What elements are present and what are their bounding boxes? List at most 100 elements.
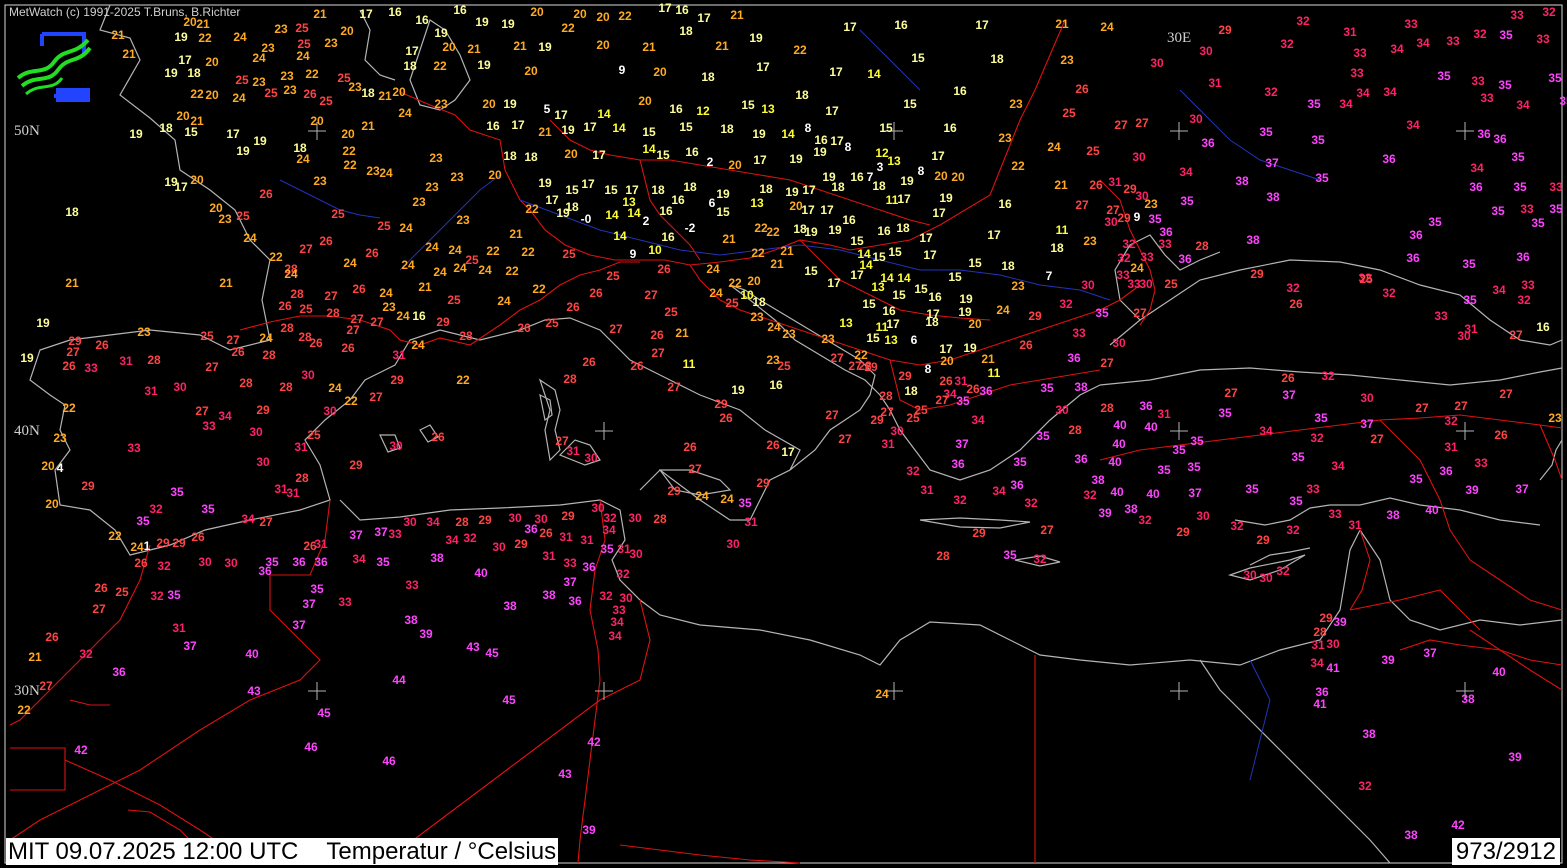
station-temperature-label[interactable]: 31 <box>392 348 406 362</box>
station-temperature-label[interactable]: 26 <box>566 300 580 314</box>
station-temperature-label[interactable]: 33 <box>388 527 402 541</box>
station-temperature-label[interactable]: 35 <box>1549 202 1563 216</box>
station-temperature-label[interactable]: 18 <box>679 24 693 38</box>
station-temperature-label[interactable]: 36 <box>1477 127 1491 141</box>
station-temperature-label[interactable]: 22 <box>108 529 122 543</box>
station-temperature-label[interactable]: 16 <box>671 193 685 207</box>
station-temperature-label[interactable]: 17 <box>581 177 595 191</box>
station-temperature-label[interactable]: 23 <box>1060 53 1074 67</box>
station-temperature-label[interactable]: 19 <box>959 292 973 306</box>
station-temperature-label[interactable]: 24 <box>233 30 247 44</box>
station-temperature-label[interactable]: 17 <box>511 118 525 132</box>
station-temperature-label[interactable]: 26 <box>45 630 59 644</box>
station-temperature-label[interactable]: 19 <box>749 31 763 45</box>
station-temperature-label[interactable]: 35 <box>1095 306 1109 320</box>
station-temperature-label[interactable]: 23 <box>782 327 796 341</box>
station-temperature-label[interactable]: 9 <box>630 247 637 261</box>
station-temperature-label[interactable]: 30 <box>890 424 904 438</box>
station-temperature-label[interactable]: 21 <box>675 326 689 340</box>
station-temperature-label[interactable]: 19 <box>785 185 799 199</box>
station-temperature-label[interactable]: 28 <box>1313 625 1327 639</box>
station-temperature-label[interactable]: 27 <box>1040 523 1054 537</box>
station-temperature-label[interactable]: 27 <box>1454 399 1468 413</box>
station-temperature-label[interactable]: 21 <box>122 47 136 61</box>
station-temperature-label[interactable]: 22 <box>433 59 447 73</box>
station-temperature-label[interactable]: 34 <box>1339 97 1353 111</box>
station-temperature-label[interactable]: 35 <box>600 542 614 556</box>
station-temperature-label[interactable]: 24 <box>259 331 273 345</box>
station-temperature-label[interactable]: 20 <box>968 317 982 331</box>
station-temperature-label[interactable]: 20 <box>524 64 538 78</box>
station-temperature-label[interactable]: 23 <box>1009 97 1023 111</box>
station-temperature-label[interactable]: 24 <box>695 489 709 503</box>
station-temperature-label[interactable]: 35 <box>1314 411 1328 425</box>
station-temperature-label[interactable]: 33 <box>563 556 577 570</box>
station-temperature-label[interactable]: 33 <box>84 361 98 375</box>
station-temperature-label[interactable]: 12 <box>696 104 710 118</box>
station-temperature-label[interactable]: 18 <box>759 182 773 196</box>
station-temperature-label[interactable]: 22 <box>766 225 780 239</box>
station-temperature-label[interactable]: 30 <box>1189 112 1203 126</box>
station-temperature-label[interactable]: 18 <box>752 295 766 309</box>
station-temperature-label[interactable]: 25 <box>1086 144 1100 158</box>
station-temperature-label[interactable]: 29 <box>478 513 492 527</box>
station-temperature-label[interactable]: 37 <box>292 618 306 632</box>
station-temperature-label[interactable]: 13 <box>761 102 775 116</box>
station-temperature-label[interactable]: 31 <box>119 354 133 368</box>
station-temperature-label[interactable]: 21 <box>722 232 736 246</box>
station-temperature-label[interactable]: 26 <box>431 430 445 444</box>
station-temperature-label[interactable]: 34 <box>1179 165 1193 179</box>
station-temperature-label[interactable]: 30 <box>1243 568 1257 582</box>
station-temperature-label[interactable]: 21 <box>981 352 995 366</box>
station-temperature-label[interactable]: 29 <box>1176 525 1190 539</box>
station-temperature-label[interactable]: 30 <box>256 455 270 469</box>
station-temperature-label[interactable]: 29 <box>667 484 681 498</box>
station-temperature-label[interactable]: 32 <box>1286 523 1300 537</box>
station-temperature-label[interactable]: 34 <box>1383 85 1397 99</box>
station-temperature-label[interactable]: 34 <box>445 533 459 547</box>
station-temperature-label[interactable]: 18 <box>1001 259 1015 273</box>
station-temperature-label[interactable]: 15 <box>903 97 917 111</box>
station-temperature-label[interactable]: 25 <box>777 359 791 373</box>
station-temperature-label[interactable]: 19 <box>236 144 250 158</box>
station-temperature-label[interactable]: 27 <box>838 432 852 446</box>
station-temperature-label[interactable]: 18 <box>990 52 1004 66</box>
station-temperature-label[interactable]: 31 <box>1311 638 1325 652</box>
station-temperature-label[interactable]: 36 <box>568 594 582 608</box>
station-temperature-label[interactable]: 27 <box>66 345 80 359</box>
station-temperature-label[interactable]: 32 <box>1033 552 1047 566</box>
station-temperature-label[interactable]: 43 <box>466 640 480 654</box>
station-temperature-label[interactable]: 15 <box>716 205 730 219</box>
station-temperature-label[interactable]: 16 <box>877 224 891 238</box>
station-temperature-label[interactable]: 19 <box>36 316 50 330</box>
station-temperature-label[interactable]: 28 <box>262 348 276 362</box>
station-temperature-label[interactable]: 31 <box>294 440 308 454</box>
station-temperature-label[interactable]: 24 <box>996 303 1010 317</box>
station-temperature-label[interactable]: 30 <box>173 380 187 394</box>
station-temperature-label[interactable]: 26 <box>309 336 323 350</box>
station-temperature-label[interactable]: 30 <box>389 439 403 453</box>
station-temperature-label[interactable]: 34 <box>1356 86 1370 100</box>
station-temperature-label[interactable]: 11 <box>683 357 696 371</box>
station-temperature-label[interactable]: 22 <box>269 250 283 264</box>
station-temperature-label[interactable]: 19 <box>963 341 977 355</box>
station-temperature-label[interactable]: 21 <box>28 650 42 664</box>
station-temperature-label[interactable]: 24 <box>433 265 447 279</box>
station-temperature-label[interactable]: 35 <box>1498 78 1512 92</box>
station-temperature-label[interactable]: 17 <box>583 120 597 134</box>
station-temperature-label[interactable]: 37 <box>1265 156 1279 170</box>
station-temperature-label[interactable]: 20 <box>596 10 610 24</box>
station-temperature-label[interactable]: 22 <box>505 264 519 278</box>
station-temperature-label[interactable]: 17 <box>931 149 945 163</box>
station-temperature-label[interactable]: 22 <box>532 282 546 296</box>
station-temperature-label[interactable]: 34 <box>218 409 232 423</box>
station-temperature-label[interactable]: 20 <box>653 65 667 79</box>
station-temperature-label[interactable]: 18 <box>904 384 918 398</box>
station-temperature-label[interactable]: 29 <box>1028 309 1042 323</box>
station-temperature-label[interactable]: 21 <box>780 244 794 258</box>
station-temperature-label[interactable]: 27 <box>1415 401 1429 415</box>
station-temperature-label[interactable]: 34 <box>1259 424 1273 438</box>
station-temperature-label[interactable]: 6 <box>911 333 918 347</box>
station-temperature-label[interactable]: 14 <box>897 271 911 285</box>
station-temperature-label[interactable]: 19 <box>434 26 448 40</box>
